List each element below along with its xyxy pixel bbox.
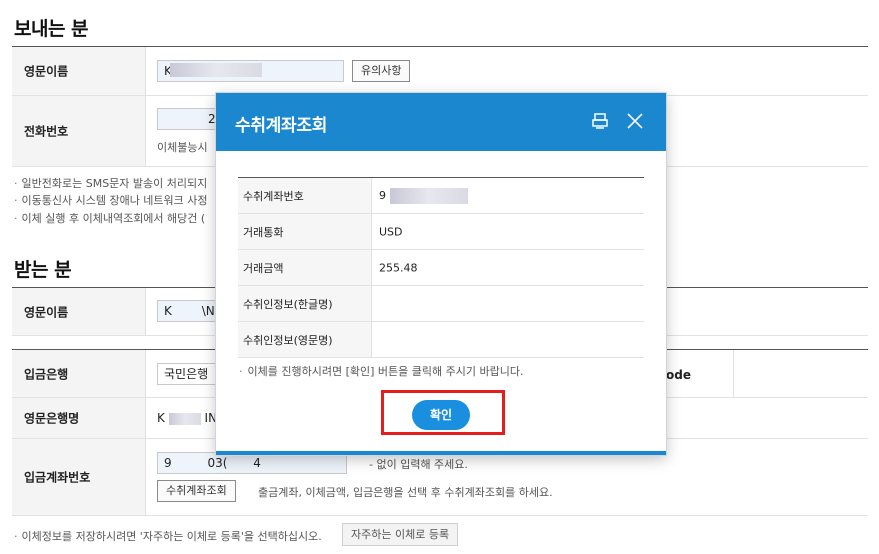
sender-english-name-label: 영문이름: [24, 64, 69, 79]
caution-button[interactable]: 유의사항: [352, 60, 411, 82]
masked-text: [168, 412, 201, 425]
confirm-button[interactable]: 확인: [412, 400, 470, 430]
bank-english-value: K IN: [157, 411, 218, 425]
table-row: 수취인정보(영문명): [238, 322, 644, 358]
masked-text: [170, 63, 262, 77]
sender-phone-label: 전화번호: [24, 124, 69, 139]
row-label: 거래통화: [243, 225, 284, 239]
modal-title: 수취계좌조회: [235, 116, 328, 136]
bank-english-label: 영문은행명: [24, 411, 80, 426]
notice-line-3: 이체 실행 후 이체내역조회에서 해당건 (: [14, 210, 206, 226]
table-row: 거래통화 USD: [238, 214, 644, 250]
bank-select[interactable]: 국민은행: [157, 363, 217, 385]
row-label: 거래금액: [243, 261, 284, 275]
sender-phone-label-cell: 전화번호: [12, 96, 146, 166]
bank-label-cell: 입금은행: [12, 350, 146, 397]
bank-label: 입금은행: [24, 367, 69, 381]
row-label: 수취계좌번호: [243, 189, 304, 203]
lookup-result-table: 수취계좌번호 9 거래통화 USD 거래금액 255.48 수취인정보(한글명)…: [238, 177, 644, 358]
notice-line-1: 일반전화로는 SMS문자 발송이 처리되지: [14, 175, 208, 191]
row-value: 9: [379, 187, 468, 204]
close-icon[interactable]: [626, 112, 644, 133]
print-icon[interactable]: [591, 112, 609, 133]
sender-english-name-label-cell: 영문이름: [12, 47, 146, 95]
cell-divider: [733, 350, 734, 397]
register-frequent-transfer-button[interactable]: 자주하는 이체로 등록: [342, 523, 459, 546]
receiver-section-title: 받는 분: [14, 259, 72, 281]
receiver-english-name-label: 영문이름: [24, 305, 69, 319]
table-row: 거래금액 255.48: [238, 250, 644, 286]
account-hint: - 없이 입력해 주세요.: [369, 458, 468, 471]
modal-note: 이체를 진행하시려면 [확인] 버튼을 클릭해 주시기 바랍니다.: [239, 363, 524, 379]
table-row: 수취계좌번호 9: [238, 178, 644, 214]
modal-header: 수취계좌조회: [216, 93, 666, 151]
sender-english-name-input[interactable]: K: [157, 60, 344, 82]
modal-bottom-bar: [216, 451, 666, 455]
notice-line-2: 이동통신사 시스템 장애나 네트워크 사정: [14, 192, 208, 208]
account-lookup-modal: 수취계좌조회 수취계좌번호 9 거래통화 USD 거래금액 255.48 수취인…: [216, 93, 666, 455]
row-value: USD: [379, 225, 403, 238]
row-label: 수취인정보(영문명): [243, 333, 333, 347]
receiver-english-name-label-cell: 영문이름: [12, 288, 146, 335]
bank-english-label-cell: 영문은행명: [12, 398, 146, 438]
account-label-cell: 입금계좌번호: [12, 439, 146, 515]
swift-code-label: ode: [666, 368, 691, 382]
sender-phone-help: 이체불능시: [157, 141, 208, 154]
account-lookup-button[interactable]: 수취계좌조회: [157, 480, 236, 502]
row-value: 255.48: [379, 261, 418, 274]
account-label: 입금계좌번호: [24, 470, 91, 485]
table-row: 수취인정보(한글명): [238, 286, 644, 322]
row-divider: [12, 515, 868, 516]
account-input[interactable]: 9 03( 4: [157, 452, 347, 474]
footer-note: 이체정보를 저장하시려면 '자주하는 이체로 등록'을 선택하십시오.: [14, 528, 322, 544]
receiver-english-name-input[interactable]: K \N: [157, 300, 217, 322]
account-lookup-help: 출금계좌, 이체금액, 입금은행을 선택 후 수취계좌조회를 하세요.: [258, 486, 553, 499]
sender-section-title: 보내는 분: [14, 18, 89, 40]
masked-text: [389, 187, 468, 204]
row-label: 수취인정보(한글명): [243, 297, 333, 311]
